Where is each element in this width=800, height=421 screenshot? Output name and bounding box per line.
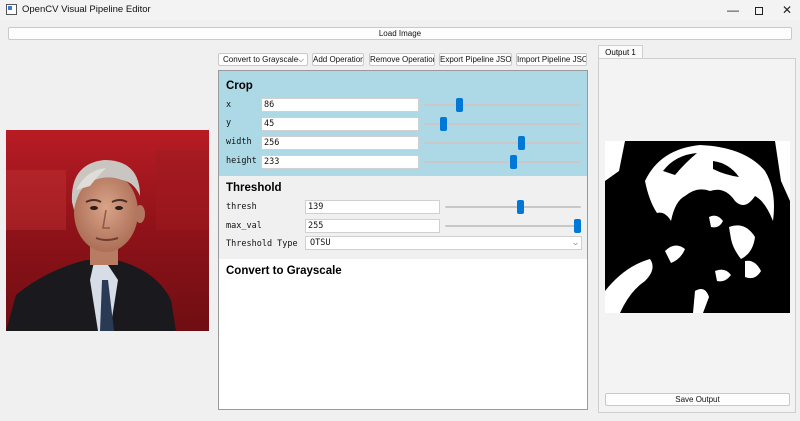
crop-y-input[interactable]: 45: [261, 117, 419, 131]
threshold-type-value: OTSU: [310, 238, 331, 248]
slider-track: [445, 206, 581, 208]
save-output-button[interactable]: Save Output: [605, 393, 790, 406]
import-pipeline-button[interactable]: Import Pipeline JSON: [516, 53, 587, 66]
slider-track: [424, 161, 581, 163]
max-val-slider[interactable]: [445, 219, 581, 233]
max-val-label: max_val: [226, 221, 262, 231]
crop-x-slider[interactable]: [424, 98, 581, 112]
operation-select-value: Convert to Grayscale: [223, 55, 299, 64]
chevron-down-icon: ⌵: [573, 238, 578, 247]
thresh-slider[interactable]: [445, 200, 581, 214]
crop-x-input[interactable]: 86: [261, 98, 419, 112]
load-image-button[interactable]: Load Image: [8, 27, 792, 40]
crop-height-slider[interactable]: [424, 155, 581, 169]
slider-handle[interactable]: [518, 136, 526, 150]
pipeline-panel: Crop x 86 y 45 width 256 height 233 Thre…: [218, 70, 588, 410]
input-photo: [6, 130, 209, 331]
input-image: [6, 130, 209, 331]
max-val-input[interactable]: 255: [305, 219, 440, 233]
threshold-title: Threshold: [226, 182, 282, 194]
crop-y-label: y: [226, 118, 232, 128]
chevron-down-icon: ⌵: [297, 55, 304, 64]
operation-select[interactable]: Convert to Grayscale ⌵: [218, 53, 308, 66]
threshold-type-label: Threshold Type: [226, 239, 298, 249]
remove-operation-button[interactable]: Remove Operation: [369, 53, 435, 66]
grayscale-title: Convert to Grayscale: [226, 265, 342, 277]
slider-handle[interactable]: [510, 155, 518, 169]
crop-width-slider[interactable]: [424, 136, 581, 150]
crop-width-input[interactable]: 256: [261, 136, 419, 150]
crop-y-slider[interactable]: [424, 117, 581, 131]
threshold-operation[interactable]: Threshold thresh 139 max_val 255 Thresho…: [219, 176, 587, 259]
slider-handle[interactable]: [455, 98, 463, 112]
thresh-label: thresh: [226, 202, 257, 212]
slider-handle[interactable]: [574, 219, 581, 233]
crop-title: Crop: [226, 80, 253, 92]
slider-track: [424, 123, 581, 125]
threshold-type-select[interactable]: OTSU ⌵: [305, 236, 582, 250]
crop-height-label: height: [226, 156, 257, 166]
output-threshold-image: [605, 141, 790, 313]
thresh-input[interactable]: 139: [305, 200, 440, 214]
add-operation-button[interactable]: Add Operation: [312, 53, 364, 66]
slider-handle[interactable]: [516, 200, 524, 214]
slider-track: [424, 142, 581, 144]
window-title: OpenCV Visual Pipeline Editor: [22, 4, 151, 15]
crop-height-input[interactable]: 233: [261, 155, 419, 169]
output-image: [605, 141, 790, 313]
slider-track: [445, 225, 581, 227]
crop-operation[interactable]: Crop x 86 y 45 width 256 height 233: [219, 71, 587, 176]
maximize-icon: [755, 6, 763, 15]
crop-width-label: width: [226, 137, 252, 147]
close-button[interactable]: ✕: [770, 0, 800, 20]
crop-x-label: x: [226, 100, 232, 110]
export-pipeline-button[interactable]: Export Pipeline JSON: [439, 53, 512, 66]
slider-handle[interactable]: [439, 117, 447, 131]
tab-output-1[interactable]: Output 1: [598, 45, 643, 59]
grayscale-operation[interactable]: Convert to Grayscale: [219, 259, 587, 409]
app-icon: [6, 4, 17, 15]
title-bar: OpenCV Visual Pipeline Editor — ✕: [0, 0, 800, 20]
slider-track: [424, 104, 581, 106]
